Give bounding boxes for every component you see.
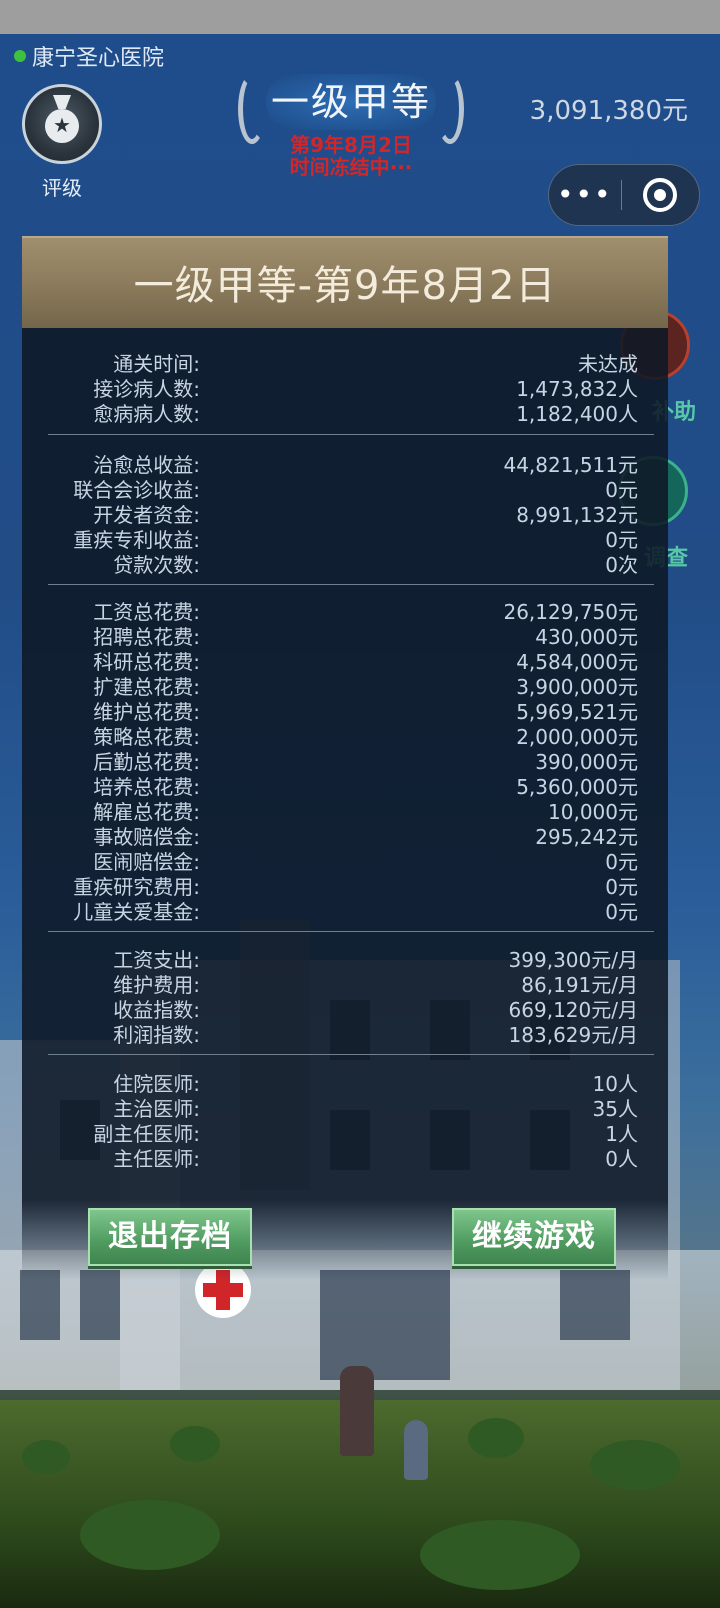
medal-icon: ★: [22, 84, 102, 164]
building-entrance: [320, 1270, 450, 1380]
stats-section-expenses: 工资总花费: 26,129,750元 招聘总花费: 430,000元 科研总花费: 4…: [22, 596, 668, 924]
shrub: [80, 1500, 220, 1570]
stat-label: 愈病病人数:: [93, 402, 200, 426]
stat-row: 收益指数: 669,120元/月: [22, 994, 668, 1022]
child-figure: [404, 1420, 428, 1480]
stat-row: 联合会诊收益: 0元: [22, 474, 668, 502]
section-divider: [48, 931, 654, 932]
laurel-left-icon: [238, 74, 266, 144]
time-frozen-status: 时间冻结中···: [289, 155, 413, 179]
stat-row: 科研总花费: 4,584,000元: [22, 646, 668, 674]
stat-label: 利润指数:: [113, 1023, 200, 1047]
stat-value: 0人: [605, 1147, 638, 1171]
hospital-name: 康宁圣心医院: [14, 40, 164, 72]
section-divider: [48, 584, 654, 585]
status-bar: [0, 0, 720, 34]
mini-program-capsule: •••: [548, 164, 700, 226]
section-divider: [48, 1054, 654, 1055]
stat-value: 0次: [605, 553, 638, 577]
stat-label: 儿童关爱基金:: [73, 900, 200, 924]
stat-value: 0元: [605, 900, 638, 924]
stat-label: 主任医师:: [113, 1147, 200, 1171]
person-figure: [340, 1366, 374, 1456]
online-status-dot: [14, 50, 26, 62]
section-divider: [48, 434, 654, 435]
medal-face: ★: [45, 109, 79, 143]
stats-section-doctors: 住院医师: 10人 主治医师: 35人 副主任医师: 1人 主任医师: 0人: [22, 1068, 668, 1171]
stats-section-monthly: 工资支出: 399,300元/月 维护费用: 86,191元/月 收益指数: 669,…: [22, 944, 668, 1047]
stat-row: 通关时间: 未达成: [22, 348, 668, 376]
stats-section-income: 治愈总收益: 44,821,511元 联合会诊收益: 0元 开发者资金: 8,991,…: [22, 449, 668, 577]
game-date: 第9年8月2日: [290, 133, 412, 157]
summary-panel-header: 一级甲等-第9年8月2日: [22, 236, 668, 328]
building-window: [20, 1270, 60, 1340]
rating-label: 评级: [42, 176, 82, 200]
hospital-name-text: 康宁圣心医院: [32, 46, 165, 71]
shrub: [22, 1440, 70, 1474]
shrub: [170, 1426, 220, 1462]
stat-row: 愈病病人数: 1,182,400人: [22, 398, 668, 426]
stat-row: 接诊病人数: 1,473,832人: [22, 373, 668, 401]
stat-label: 贷款次数:: [113, 553, 200, 577]
stat-value: 1,182,400人: [516, 402, 638, 426]
stat-row: 维护费用: 86,191元/月: [22, 969, 668, 997]
shrub: [468, 1418, 524, 1458]
stat-row: 主治医师: 35人: [22, 1093, 668, 1121]
stat-row: 事故赔偿金: 295,242元: [22, 821, 668, 849]
stat-row: 策略总花费: 2,000,000元: [22, 721, 668, 749]
stat-row: 解雇总花费: 10,000元: [22, 796, 668, 824]
laurel-right-icon: [436, 74, 464, 144]
grade-title: 一级甲等: [266, 74, 436, 130]
shrub: [590, 1440, 680, 1490]
building-window: [80, 1270, 120, 1340]
stat-row: 工资总花费: 26,129,750元: [22, 596, 668, 624]
stat-row: 开发者资金: 8,991,132元: [22, 499, 668, 527]
stat-value: 183,629元/月: [508, 1023, 638, 1047]
shrub: [420, 1520, 580, 1590]
stat-row: 重疾研究费用: 0元: [22, 871, 668, 899]
continue-game-button[interactable]: 继续游戏: [452, 1208, 616, 1266]
star-icon: ★: [53, 113, 71, 137]
stat-row: 工资支出: 399,300元/月: [22, 944, 668, 972]
stat-row: 扩建总花费: 3,900,000元: [22, 671, 668, 699]
stat-row: 培养总花费: 5,360,000元: [22, 771, 668, 799]
stat-row: 副主任医师: 1人: [22, 1118, 668, 1146]
more-button[interactable]: •••: [549, 164, 621, 226]
stat-row: 住院医师: 10人: [22, 1068, 668, 1096]
stat-row: 重疾专利收益: 0元: [22, 524, 668, 552]
money-display: 3,091,380元: [529, 96, 688, 126]
stat-row: 儿童关爱基金: 0元: [22, 896, 668, 924]
close-circle-icon: [643, 178, 678, 212]
stat-row: 医闹赔偿金: 0元: [22, 846, 668, 874]
summary-panel-title: 一级甲等-第9年8月2日: [133, 263, 557, 309]
stat-row: 治愈总收益: 44,821,511元: [22, 449, 668, 477]
rating-button[interactable]: ★ 评级: [20, 84, 104, 200]
stat-row: 利润指数: 183,629元/月: [22, 1019, 668, 1047]
stat-row: 贷款次数: 0次: [22, 549, 668, 577]
stats-section-patients: 通关时间: 未达成 接诊病人数: 1,473,832人 愈病病人数: 1,182,40…: [22, 348, 668, 426]
exit-save-button[interactable]: 退出存档: [88, 1208, 252, 1266]
medal-ribbon: [53, 95, 71, 109]
close-miniprogram-button[interactable]: [622, 178, 699, 212]
stat-row: 主任医师: 0人: [22, 1143, 668, 1171]
hospital-grade-badge: 一级甲等 第9年8月2日 时间冻结中···: [238, 70, 464, 188]
stat-row: 后勤总花费: 390,000元: [22, 746, 668, 774]
stat-row: 招聘总花费: 430,000元: [22, 621, 668, 649]
stat-row: 维护总花费: 5,969,521元: [22, 696, 668, 724]
building-window: [560, 1270, 630, 1340]
